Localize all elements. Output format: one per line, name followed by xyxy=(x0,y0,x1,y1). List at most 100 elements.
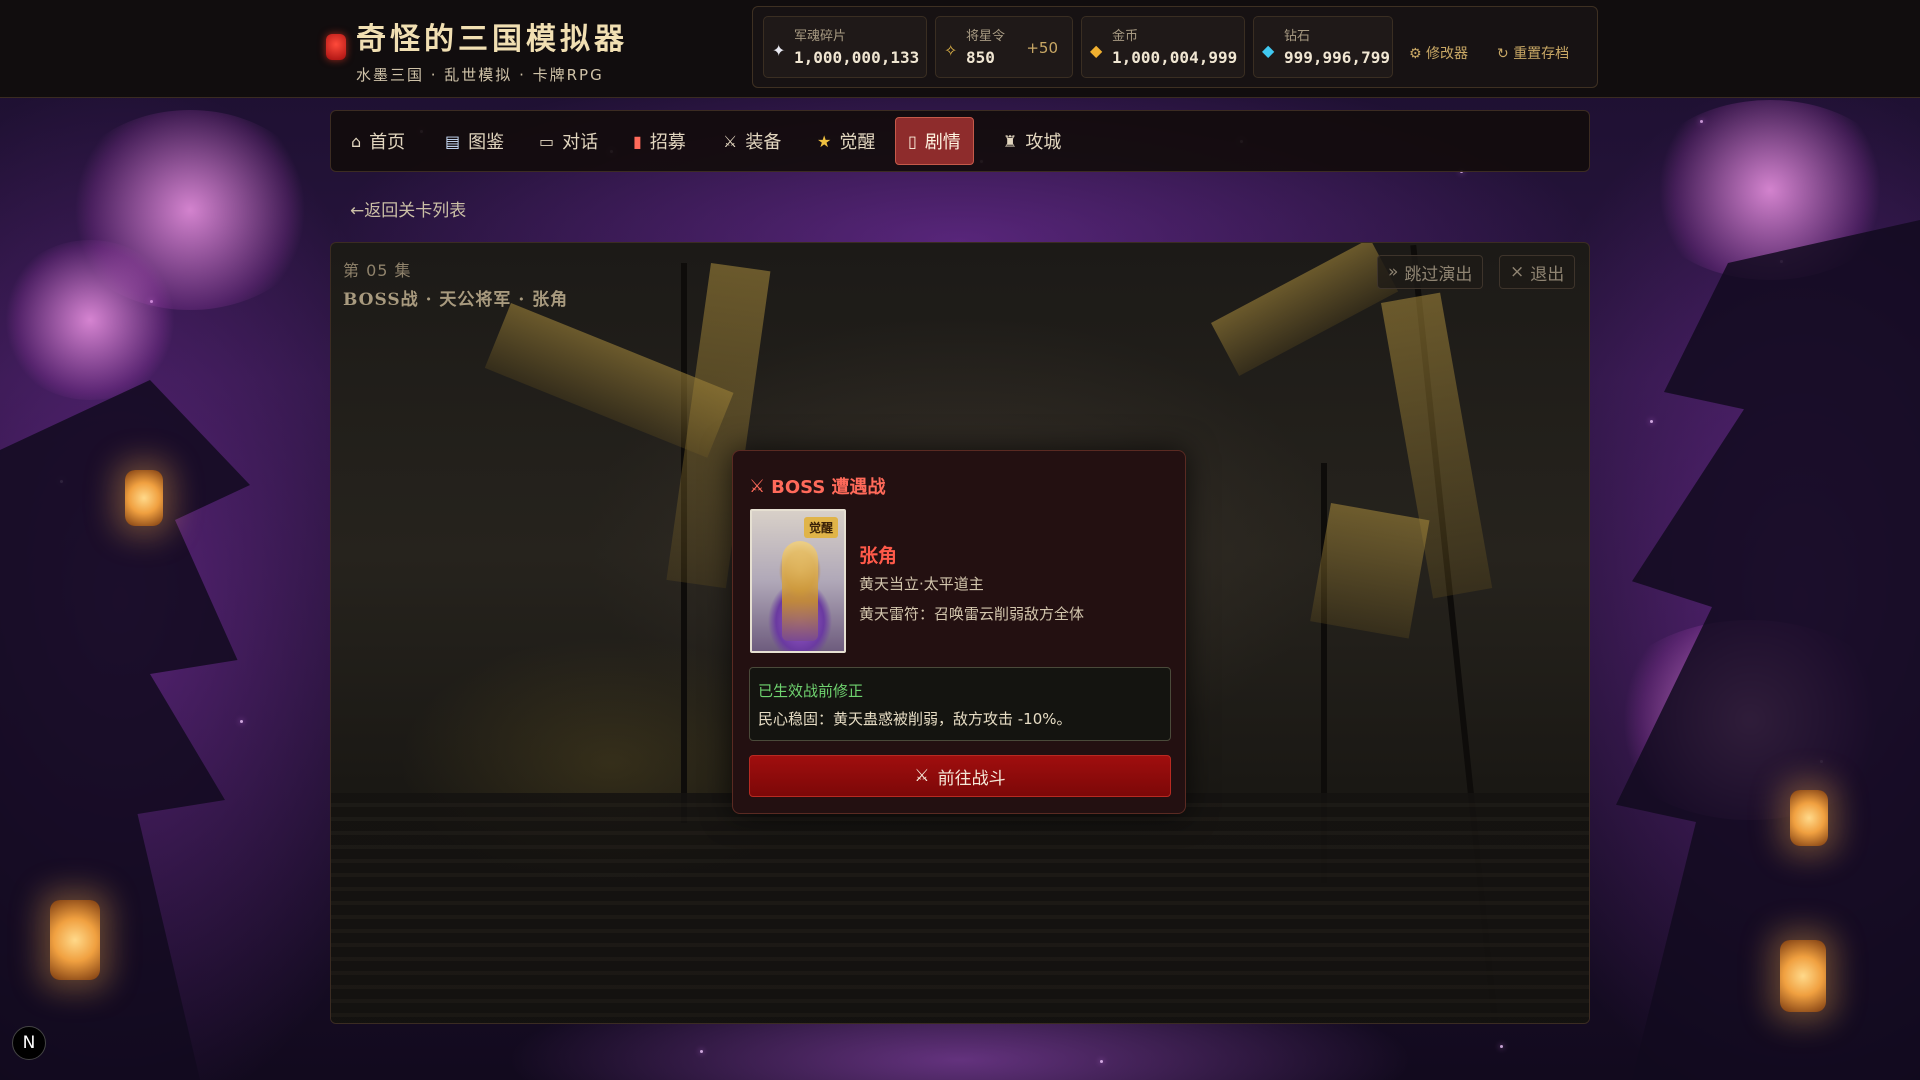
back-label: 返回关卡列表 xyxy=(364,201,467,221)
resource-label: 金币 xyxy=(1112,29,1139,44)
lantern-glow xyxy=(1780,940,1826,1012)
boss-name: 张角 xyxy=(859,545,898,567)
book-icon: ▤ xyxy=(445,131,461,151)
chat-icon: ▭ xyxy=(539,131,555,151)
tab-label: 对话 xyxy=(562,132,599,153)
resource-label: 钻石 xyxy=(1284,29,1311,44)
main-nav: ⌂ 首页 ▤ 图鉴 ▭ 对话 ▮ 招募 ⚔ 装备 ★ 觉醒 ▯ 剧情 ♜ 攻城 xyxy=(330,110,1590,172)
castle-icon: ♜ xyxy=(1003,131,1018,151)
cherry-blossom-cluster xyxy=(1640,100,1900,280)
tab-label: 觉醒 xyxy=(839,132,876,153)
banner-pole xyxy=(1410,244,1498,1022)
tab-siege[interactable]: ♜ 攻城 xyxy=(991,117,1073,165)
pre-battle-modifier-box: 已生效战前修正 民心稳固：黄天蛊惑被削弱，敌方攻击 -10%。 xyxy=(749,667,1171,741)
modifier-text: 民心稳固：黄天蛊惑被削弱，敌方攻击 -10%。 xyxy=(758,710,1072,728)
dialog-heading-text: BOSS 遭遇战 xyxy=(771,477,886,498)
skip-label: 跳过演出 xyxy=(1404,264,1473,285)
tab-codex[interactable]: ▤ 图鉴 xyxy=(433,117,516,165)
resource-soul-fragments: ✦ 军魂碎片 1,000,000,133 xyxy=(763,16,927,78)
modifier-button[interactable]: ⚙ 修改器 xyxy=(1409,43,1468,63)
tab-label: 首页 xyxy=(369,132,406,153)
resource-label: 军魂碎片 xyxy=(794,29,847,44)
tab-story[interactable]: ▯ 剧情 xyxy=(895,117,974,165)
tab-label: 装备 xyxy=(745,132,782,153)
lantern-glow xyxy=(1790,790,1828,846)
resource-value: 999,996,799 xyxy=(1284,48,1390,67)
resource-value: 850 xyxy=(966,48,995,67)
back-arrow-icon: ← xyxy=(350,201,365,221)
sword-icon: ⚔ xyxy=(723,131,738,151)
tab-recruit[interactable]: ▮ 招募 xyxy=(621,117,698,165)
resource-bonus: +50 xyxy=(1026,39,1058,57)
crossed-swords-icon: ⚔ xyxy=(749,475,766,497)
dialog-heading: ⚔ BOSS 遭遇战 xyxy=(749,473,886,499)
scroll-icon: ▯ xyxy=(908,131,917,151)
crossed-swords-icon: ⚔ xyxy=(914,766,930,786)
app-subtitle: 水墨三国 · 乱世模拟 · 卡牌RPG xyxy=(356,66,604,84)
banner-pole xyxy=(681,263,687,823)
exit-label: 退出 xyxy=(1530,264,1565,285)
yellow-banner xyxy=(1381,292,1493,599)
tab-label: 招募 xyxy=(649,132,686,153)
banner-pole xyxy=(1321,463,1327,883)
episode-title: BOSS战 · 天公将军 · 张角 xyxy=(343,290,569,310)
tab-awaken[interactable]: ★ 觉醒 xyxy=(805,117,887,165)
gold-coin-icon: ◆ xyxy=(1090,41,1103,60)
resource-general-star-token: ✧ 将星令 850 +50 xyxy=(935,16,1073,78)
tab-label: 攻城 xyxy=(1025,132,1062,153)
reset-label: 重置存档 xyxy=(1513,46,1570,62)
lantern-glow xyxy=(125,470,163,526)
tab-dialogue[interactable]: ▭ 对话 xyxy=(527,117,610,165)
pagoda-silhouette xyxy=(1616,220,1920,1080)
palace-stairs xyxy=(331,793,1589,1023)
exit-button[interactable]: × 退出 xyxy=(1499,255,1576,289)
recruit-icon: ▮ xyxy=(633,131,642,151)
modifier-title: 已生效战前修正 xyxy=(758,682,864,700)
reset-icon: ↻ xyxy=(1497,46,1509,62)
skip-cutscene-button[interactable]: » 跳过演出 xyxy=(1377,255,1484,289)
corner-n-badge[interactable]: N xyxy=(12,1026,46,1060)
resource-diamond: ◆ 钻石 999,996,799 xyxy=(1253,16,1393,78)
yellow-banner xyxy=(484,303,734,458)
resource-label: 将星令 xyxy=(966,29,1006,44)
go-to-battle-button[interactable]: ⚔ 前往战斗 xyxy=(749,755,1171,797)
star-icon: ★ xyxy=(817,131,832,151)
boss-skill: 黄天雷符：召唤雷云削弱敌方全体 xyxy=(859,605,1085,623)
tab-label: 剧情 xyxy=(924,132,961,153)
boss-title: 黄天当立·太平道主 xyxy=(859,575,984,593)
diamond-icon: ◆ xyxy=(1262,41,1275,60)
cherry-blossom-cluster xyxy=(60,110,320,310)
boss-figure-illustration xyxy=(782,541,818,641)
home-icon: ⌂ xyxy=(351,131,362,151)
top-header: 奇怪的三国模拟器 水墨三国 · 乱世模拟 · 卡牌RPG ✦ 军魂碎片 1,00… xyxy=(0,0,1920,98)
reset-save-button[interactable]: ↻ 重置存档 xyxy=(1497,43,1569,63)
back-to-level-list-link[interactable]: ←返回关卡列表 xyxy=(350,196,466,221)
boss-encounter-dialog: ⚔ BOSS 遭遇战 觉醒 张角 黄天当立·太平道主 黄天雷符：召唤雷云削弱敌方… xyxy=(732,450,1186,814)
cherry-blossom-cluster xyxy=(1600,620,1900,820)
lantern-glow xyxy=(50,900,100,980)
tab-home[interactable]: ⌂ 首页 xyxy=(339,117,417,165)
tab-equipment[interactable]: ⚔ 装备 xyxy=(711,117,793,165)
yellow-banner xyxy=(1310,503,1430,639)
tab-label: 图鉴 xyxy=(468,132,505,153)
yellow-banner xyxy=(1211,243,1399,376)
episode-number: 第 05 集 xyxy=(343,261,412,280)
modifier-label: 修改器 xyxy=(1426,46,1469,62)
red-lantern-logo-icon xyxy=(326,34,346,60)
brand: 奇怪的三国模拟器 水墨三国 · 乱世模拟 · 卡牌RPG xyxy=(326,14,628,85)
resource-value: 1,000,004,999 xyxy=(1112,48,1238,67)
resource-panel: ✦ 军魂碎片 1,000,000,133 ✧ 将星令 850 +50 ◆ 金币 … xyxy=(752,6,1598,88)
resource-value: 1,000,000,133 xyxy=(794,48,920,67)
close-icon: × xyxy=(1510,262,1525,282)
fight-label: 前往战斗 xyxy=(937,768,1006,789)
app-title: 奇怪的三国模拟器 xyxy=(356,22,628,57)
resource-gold: ◆ 金币 1,000,004,999 xyxy=(1081,16,1245,78)
wand-icon: ⚙ xyxy=(1409,46,1422,62)
star-token-icon: ✧ xyxy=(944,41,958,60)
cherry-blossom-cluster xyxy=(0,240,180,400)
boss-portrait: 觉醒 xyxy=(750,509,846,653)
sparkle-icon: ✦ xyxy=(772,41,786,60)
fast-forward-icon: » xyxy=(1388,262,1399,282)
pagoda-silhouette xyxy=(0,380,250,1080)
awaken-badge: 觉醒 xyxy=(803,517,838,538)
